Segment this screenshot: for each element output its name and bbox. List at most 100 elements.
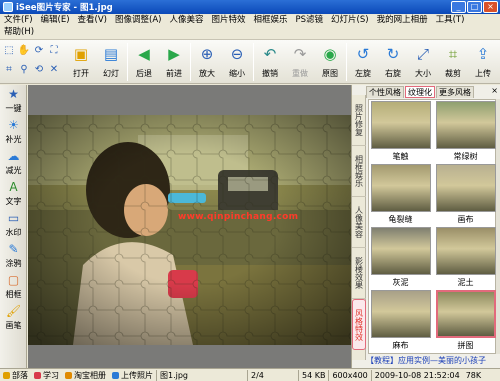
effect-thumbnail[interactable]: 拼图 xyxy=(435,290,496,353)
vertical-tabs: 照片修复 相框娱乐 人像美容 影楼效果 风格特效 xyxy=(352,95,366,360)
toolbar-button-7[interactable]: ↷ 重做 xyxy=(285,41,315,83)
menu-item-4[interactable]: 人像美容 xyxy=(165,14,207,26)
hand-icon[interactable]: ✋ xyxy=(17,42,31,59)
rotate-icon[interactable]: ⟳ xyxy=(32,42,46,59)
status-item-taobao[interactable]: 淘宝相册 xyxy=(62,370,109,381)
style-tab-1[interactable]: 纹理化 xyxy=(405,86,435,98)
left-tool-label: 减光 xyxy=(5,166,22,175)
menu-item-8[interactable]: 幻灯片(S) xyxy=(327,14,373,26)
panel-close-icon[interactable]: × xyxy=(491,86,498,95)
text-icon: A xyxy=(9,180,18,194)
image-canvas[interactable]: www.qinpinchang.com xyxy=(28,85,351,368)
toolbar-button-2[interactable]: ◀ 后退 xyxy=(129,41,159,83)
select-icon[interactable]: ⬚ xyxy=(2,42,16,59)
toolbar-button-9[interactable]: ↺ 左旋 xyxy=(348,41,378,83)
toolbar-button-4[interactable]: ⊕ 放大 xyxy=(192,41,222,83)
menu-item-2[interactable]: 查看(V) xyxy=(74,14,111,26)
left-tool-2[interactable]: ☁ 减光 xyxy=(0,147,27,178)
toolbar-button-8[interactable]: ◉ 原图 xyxy=(315,41,345,83)
toolbar-separator xyxy=(346,43,347,81)
close-icon[interactable]: ✕ xyxy=(47,61,61,78)
app-window: iSee图片专家 - 图1.jpg _ □ × 文件(F) 编辑(E) 查看(V) 图… xyxy=(0,0,500,381)
toolbar-button-0[interactable]: ▣ 打开 xyxy=(66,41,96,83)
toolbar-button-1[interactable]: ▤ 幻灯 xyxy=(96,41,126,83)
status-item-upload[interactable]: 上传照片 xyxy=(109,370,156,381)
toolbar-button-12[interactable]: ⌗ 裁剪 xyxy=(438,41,468,83)
status-item-learn[interactable]: 学习 xyxy=(31,370,62,381)
effect-thumbnail[interactable]: 常绿树 xyxy=(435,101,496,164)
effect-preview xyxy=(370,227,431,275)
effect-thumbnail[interactable]: 灰泥 xyxy=(370,227,431,290)
effect-thumbnail[interactable]: 龟裂缝 xyxy=(370,164,431,227)
effect-preview xyxy=(370,164,431,212)
menu-item-5[interactable]: 图片特效 xyxy=(207,14,249,26)
menu-item-1[interactable]: 编辑(E) xyxy=(37,14,74,26)
slideshow-icon: ▤ xyxy=(103,45,119,63)
back-arrow-icon: ◀ xyxy=(138,45,150,63)
left-tool-0[interactable]: ★ 一键 xyxy=(0,85,27,116)
effect-thumbnail[interactable]: 泥土 xyxy=(435,227,496,290)
effect-thumbnail[interactable]: 画布 xyxy=(435,164,496,227)
toolbar-separator xyxy=(127,43,128,81)
toolbar-button-13[interactable]: ⇪ 上传 xyxy=(468,41,498,83)
effect-preview xyxy=(435,290,496,338)
zoom-in-icon: ⊕ xyxy=(200,45,214,63)
menu-item-help[interactable]: 帮助(H) xyxy=(0,26,38,38)
style-tab-2[interactable]: 更多风格 xyxy=(436,86,474,98)
left-tool-5[interactable]: ✎ 涂鸦 xyxy=(0,240,27,271)
toolbar-button-10[interactable]: ↻ 右旋 xyxy=(378,41,408,83)
menu-item-0[interactable]: 文件(F) xyxy=(0,14,37,26)
left-tool-1[interactable]: ☀ 补光 xyxy=(0,116,27,147)
vertical-tab-1[interactable]: 相框娱乐 xyxy=(352,146,366,197)
effect-thumbnail[interactable]: 麻布 xyxy=(370,290,431,353)
thumbnails-scrollbar[interactable] xyxy=(496,99,500,354)
left-tool-4[interactable]: ▭ 水印 xyxy=(0,209,27,240)
toolbar-button-label: 原图 xyxy=(322,69,338,78)
effect-label: 灰泥 xyxy=(392,278,409,287)
left-tool-label: 水印 xyxy=(5,228,22,237)
menu-item-10[interactable]: 工具(T) xyxy=(432,14,469,26)
watermark-icon: ▭ xyxy=(7,211,20,225)
tutorial-link[interactable]: 【教程】应用实例—美丽的小孩子 xyxy=(366,355,500,367)
maximize-button[interactable]: □ xyxy=(467,1,482,13)
left-tool-6[interactable]: ▢ 相框 xyxy=(0,271,27,302)
effect-label: 常绿树 xyxy=(453,152,478,161)
status-bar: 部落 学习 淘宝相册 上传照片 图1.jpg 2/4 54 KB 600x400… xyxy=(0,368,500,381)
toolbar-button-5[interactable]: ⊖ 缩小 xyxy=(222,41,252,83)
menu-item-7[interactable]: PS滤镜 xyxy=(292,14,328,26)
toolbar-button-label: 右旋 xyxy=(385,69,401,78)
toolbar-button-11[interactable]: ⤢ 大小 xyxy=(408,41,438,83)
toolbar-button-3[interactable]: ▶ 前进 xyxy=(159,41,189,83)
menu-item-3[interactable]: 图像调整(A) xyxy=(111,14,165,26)
vertical-tab-4[interactable]: 风格特效 xyxy=(352,299,366,350)
toolbar-button-label: 大小 xyxy=(415,69,431,78)
refresh-icon[interactable]: ⟲ xyxy=(32,61,46,78)
vertical-tab-3[interactable]: 影楼效果 xyxy=(352,248,366,299)
photo[interactable]: www.qinpinchang.com xyxy=(28,115,351,345)
crop-tool-icon[interactable]: ⌗ xyxy=(2,61,16,78)
toolbar-button-label: 打开 xyxy=(73,69,89,78)
status-filename: 图1.jpg xyxy=(160,370,189,380)
left-tool-label: 补光 xyxy=(5,135,22,144)
fullscreen-icon[interactable]: ⛶ xyxy=(47,42,61,59)
main-toolbar: ⬚ ✋ ⟳ ⛶ ⌗ ⚲ ⟲ ✕ ▣ 打开 ▤ 幻灯 ◀ 后退 ▶ 前进 ⊕ 放大 ⊖ 缩小 ↶ 撤销 ↷ 重做 ◉ 原图 ↺ 左旋 ↻… xyxy=(0,40,500,84)
menu-item-6[interactable]: 相框娱乐 xyxy=(249,14,291,26)
left-tool-3[interactable]: A 文字 xyxy=(0,178,27,209)
effect-thumbnail[interactable]: 笔触 xyxy=(370,101,431,164)
doodle-icon: ✎ xyxy=(8,242,19,256)
left-tool-7[interactable]: 🖌 画笔 xyxy=(0,302,27,333)
vertical-tab-0[interactable]: 照片修复 xyxy=(352,95,366,146)
redo-icon: ↷ xyxy=(293,45,307,63)
minimize-button[interactable]: _ xyxy=(451,1,466,13)
status-item-tribe[interactable]: 部落 xyxy=(0,370,31,381)
left-tool-label: 文字 xyxy=(5,197,22,206)
effect-label: 龟裂缝 xyxy=(388,215,413,224)
effect-preview xyxy=(370,101,431,149)
zoom-tool-icon[interactable]: ⚲ xyxy=(17,61,31,78)
toolbar-button-label: 上传 xyxy=(475,69,491,78)
toolbar-button-6[interactable]: ↶ 撤销 xyxy=(255,41,285,83)
menu-item-9[interactable]: 我的网上相册 xyxy=(373,14,432,26)
vertical-tab-2[interactable]: 人像美容 xyxy=(352,197,366,248)
close-button[interactable]: × xyxy=(483,1,498,13)
style-tab-0[interactable]: 个性风格 xyxy=(366,86,404,98)
